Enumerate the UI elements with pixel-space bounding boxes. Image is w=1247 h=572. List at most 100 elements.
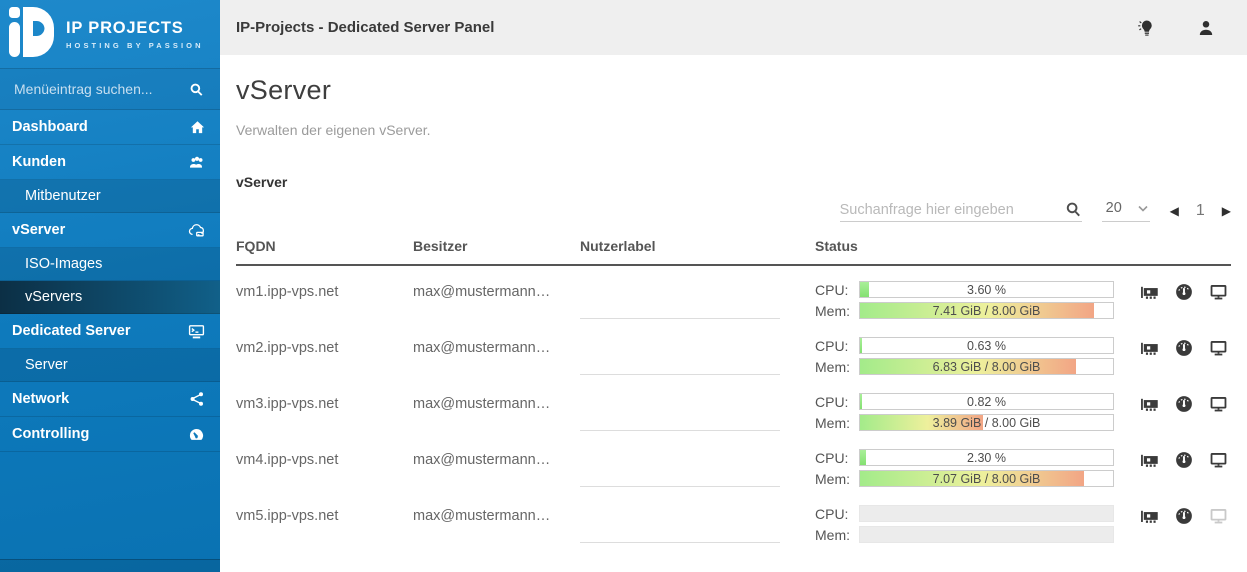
sidebar-menu-search[interactable]: Menüeintrag suchen... [0,68,220,110]
nutzerlabel-input[interactable] [580,345,780,375]
network-card-icon[interactable] [1140,340,1159,357]
cpu-usage-text: 3.60 % [860,282,1113,298]
cpu-usage-bar: 0.63 % [859,337,1114,354]
monitor-icon[interactable] [1209,395,1228,413]
sidebar-item-label: Controlling [12,426,89,442]
gauge-icon [188,426,205,443]
monitor-icon[interactable] [1209,507,1228,525]
sidebar-search-placeholder: Menüeintrag suchen... [14,81,153,97]
owner-cell: max@mustermann… [413,393,580,412]
status-cell: CPU: 0.82 % Mem: 3.89 GiB / 8.00 GiB [815,393,1117,431]
sidebar-item-vserver[interactable]: vServer [0,213,220,248]
prev-page-button[interactable]: ◀ [1170,204,1179,218]
mem-label: Mem: [815,471,859,487]
network-card-icon[interactable] [1140,508,1159,525]
sidebar-item-label: ISO-Images [25,256,102,272]
gauge-icon[interactable] [1175,395,1193,413]
sidebar-item-mitbenutzer[interactable]: Mitbenutzer [0,180,220,213]
monitor-icon[interactable] [1209,339,1228,357]
mem-label: Mem: [815,359,859,375]
cpu-usage-bar: 0.82 % [859,393,1114,410]
cpu-usage-text: 2.30 % [860,450,1113,466]
sidebar-item-label: Dashboard [12,119,88,135]
mem-label: Mem: [815,303,859,319]
cloud-server-icon [188,222,205,239]
table-search [840,201,1082,222]
mem-usage-bar: 6.83 GiB / 8.00 GiB [859,358,1114,375]
gauge-icon[interactable] [1175,339,1193,357]
nutzerlabel-input[interactable] [580,289,780,319]
nutzerlabel-input[interactable] [580,401,780,431]
topbar: IP-Projects - Dedicated Server Panel [220,0,1247,55]
nutzerlabel-input[interactable] [580,457,780,487]
row-actions [1117,281,1231,301]
topbar-title: IP-Projects - Dedicated Server Panel [236,19,494,36]
sidebar-item-label: vServer [12,222,65,238]
search-input[interactable] [840,202,1065,218]
sidebar-bottom-strip [0,559,220,572]
content: vServer Verwalten der eigenen vServer. v… [220,55,1247,546]
owner-cell: max@mustermann… [413,449,580,468]
home-icon [190,120,205,135]
network-card-icon[interactable] [1140,284,1159,301]
monitor-icon[interactable] [1209,283,1228,301]
network-card-icon[interactable] [1140,396,1159,413]
mem-usage-text: 7.41 GiB / 8.00 GiB [860,303,1113,319]
row-actions [1117,505,1231,525]
column-header-status: Status [815,238,1117,254]
page-number: 1 [1196,202,1205,220]
user-icon[interactable] [1197,19,1215,37]
sidebar-item-vservers[interactable]: vServers [0,281,220,314]
table-header-row: FQDN Besitzer Nutzerlabel Status [236,238,1231,266]
table-row: vm4.ipp-vps.net max@mustermann… CPU: 2.3… [236,434,1231,490]
status-cell: CPU: Mem: [815,505,1117,543]
sidebar-item-server[interactable]: Server [0,349,220,382]
network-card-icon[interactable] [1140,452,1159,469]
cpu-label: CPU: [815,506,859,522]
mem-usage-text: 6.83 GiB / 8.00 GiB [860,359,1113,375]
mem-usage-bar: 7.07 GiB / 8.00 GiB [859,470,1114,487]
table-row: vm3.ipp-vps.net max@mustermann… CPU: 0.8… [236,378,1231,434]
app-window: IP PROJECTS HOSTING BY PASSION Menüeintr… [0,0,1247,572]
next-page-button[interactable]: ▶ [1222,204,1231,218]
cpu-usage-bar [859,505,1114,522]
nutzerlabel-input[interactable] [580,513,780,543]
sidebar-item-label: vServers [25,289,82,305]
gauge-icon[interactable] [1175,451,1193,469]
sidebar-item-dedicated-server[interactable]: Dedicated Server [0,314,220,349]
sidebar-item-network[interactable]: Network [0,382,220,417]
share-icon [189,391,205,407]
status-cell: CPU: 2.30 % Mem: 7.07 GiB / 8.00 GiB [815,449,1117,487]
brand-logo[interactable]: IP PROJECTS HOSTING BY PASSION [0,0,220,68]
row-actions [1117,393,1231,413]
cpu-usage-bar: 2.30 % [859,449,1114,466]
ip-projects-logo-icon [8,6,56,63]
lightbulb-icon[interactable] [1136,18,1155,37]
chevron-down-icon [1138,205,1148,212]
gauge-icon[interactable] [1175,507,1193,525]
page-size-value: 20 [1106,200,1122,216]
mem-usage-bar: 3.89 GiB / 8.00 GiB [859,414,1114,431]
search-icon [189,82,204,97]
sidebar-item-kunden[interactable]: Kunden [0,145,220,180]
table-toolbar: 20 ◀ 1 ▶ [236,200,1231,222]
row-actions [1117,449,1231,469]
sidebar-item-label: Kunden [12,154,66,170]
mem-label: Mem: [815,415,859,431]
sidebar-item-controlling[interactable]: Controlling [0,417,220,452]
search-icon[interactable] [1065,201,1082,218]
brand-tagline: HOSTING BY PASSION [66,41,204,50]
cpu-label: CPU: [815,394,859,410]
page-subtitle: Verwalten der eigenen vServer. [236,122,1231,138]
mem-usage-text: 7.07 GiB / 8.00 GiB [860,471,1113,487]
brand-name: IP PROJECTS [66,19,204,38]
page-size-select[interactable]: 20 [1102,200,1150,222]
sidebar-item-dashboard[interactable]: Dashboard [0,110,220,145]
row-actions [1117,337,1231,357]
monitor-icon[interactable] [1209,451,1228,469]
mem-usage-text: 3.89 GiB / 8.00 GiB [860,415,1113,431]
gauge-icon[interactable] [1175,283,1193,301]
cpu-label: CPU: [815,282,859,298]
vserver-table: FQDN Besitzer Nutzerlabel Status vm1.ipp… [236,238,1231,546]
sidebar-item-iso-images[interactable]: ISO-Images [0,248,220,281]
